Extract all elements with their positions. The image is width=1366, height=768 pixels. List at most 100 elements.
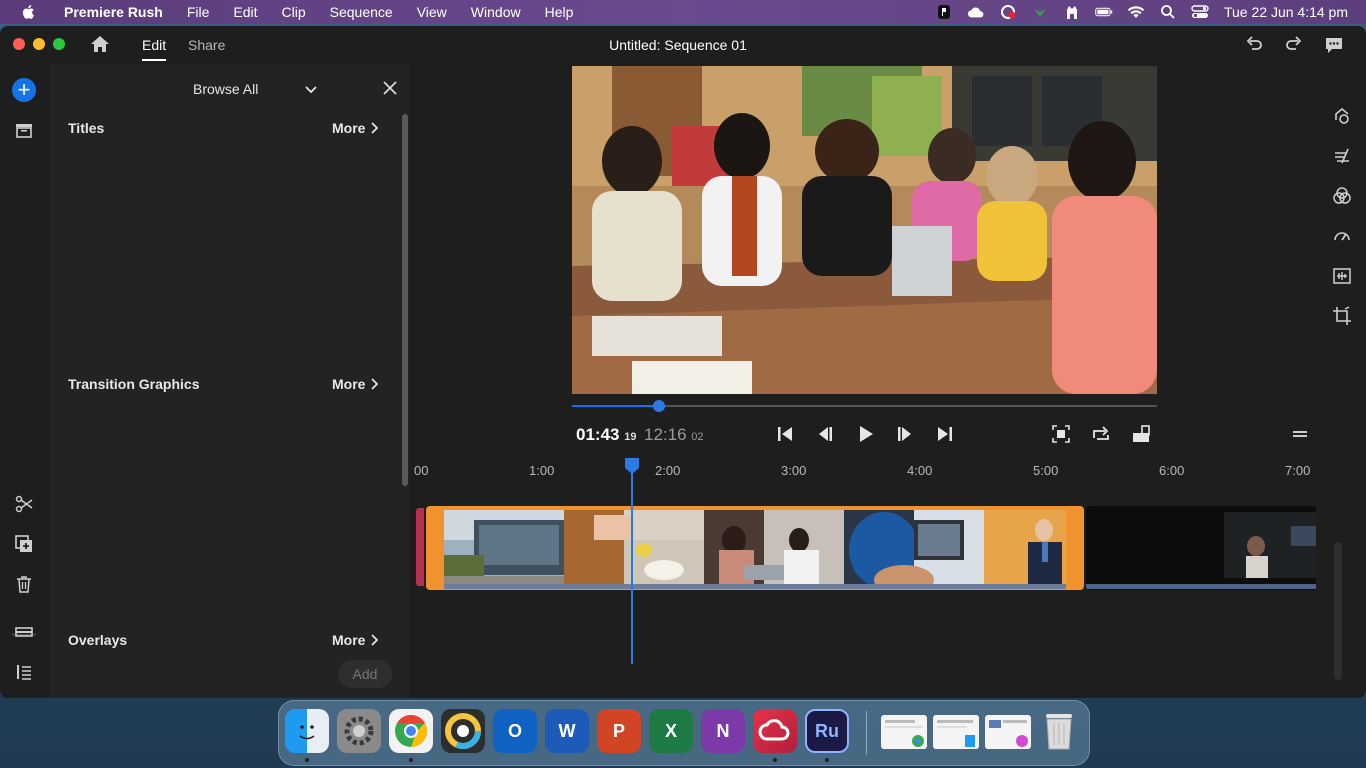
duration-frames: 02 — [691, 431, 704, 443]
dock-onenote[interactable]: N — [701, 709, 745, 753]
split-clip-icon[interactable] — [14, 494, 34, 514]
video-preview[interactable] — [572, 66, 1157, 394]
transform-icon[interactable] — [1332, 106, 1352, 126]
dock-finder[interactable] — [285, 709, 329, 753]
speed-icon[interactable] — [1332, 226, 1352, 246]
chevron-right-icon[interactable] — [370, 378, 380, 390]
right-panel-scrollbar[interactable] — [1334, 542, 1342, 680]
dock-divider — [866, 711, 867, 755]
chevron-right-icon[interactable] — [370, 122, 380, 134]
play-icon[interactable] — [855, 424, 875, 444]
feedback-icon[interactable] — [1324, 35, 1344, 55]
menu-help[interactable]: Help — [533, 4, 586, 20]
fullscreen-icon[interactable] — [1051, 424, 1071, 444]
ruler-label: 6:00 — [1159, 463, 1185, 478]
playhead-marker[interactable] — [625, 458, 639, 474]
ruler-label: 4:00 — [907, 463, 933, 478]
battery-icon[interactable] — [1095, 4, 1113, 20]
dock-system-preferences[interactable] — [337, 709, 381, 753]
dock-powerpoint[interactable]: P — [597, 709, 641, 753]
clip-thumbnail — [444, 510, 564, 586]
transition-graphics-more-link[interactable]: More — [332, 376, 365, 392]
panel-scrollbar[interactable] — [402, 114, 408, 486]
ruler-label: 2:00 — [655, 463, 681, 478]
creative-cloud-icon — [758, 719, 790, 741]
dock-word[interactable]: W — [545, 709, 589, 753]
dock-chrome-canary[interactable] — [441, 709, 485, 753]
project-list-icon[interactable] — [14, 662, 34, 682]
add-button[interactable]: Add — [338, 660, 392, 688]
gear-icon — [344, 716, 374, 746]
timeline-clip[interactable] — [1086, 506, 1316, 590]
menu-clip[interactable]: Clip — [270, 4, 318, 20]
redo-icon[interactable] — [1284, 35, 1304, 55]
dock-chrome[interactable] — [389, 709, 433, 753]
dock-minimized-window[interactable] — [881, 715, 927, 749]
clip-thumbnail — [984, 510, 1066, 586]
menu-file[interactable]: File — [175, 4, 222, 20]
menu-view[interactable]: View — [405, 4, 459, 20]
transitions-icon[interactable] — [1332, 146, 1352, 166]
step-back-icon[interactable] — [815, 424, 835, 444]
app-indicator-icon[interactable] — [935, 4, 953, 20]
dock-minimized-window[interactable] — [933, 715, 979, 749]
go-to-start-icon[interactable] — [775, 424, 795, 444]
delete-icon[interactable] — [14, 574, 34, 594]
step-forward-icon[interactable] — [895, 424, 915, 444]
dock-excel[interactable]: X — [649, 709, 693, 753]
menu-edit[interactable]: Edit — [221, 4, 269, 20]
track-controls-icon[interactable] — [14, 622, 34, 642]
close-icon[interactable] — [382, 80, 398, 96]
loop-icon[interactable] — [1091, 424, 1111, 444]
utility-icon[interactable] — [1063, 4, 1081, 20]
dock-minimized-window[interactable] — [985, 715, 1031, 749]
scrub-handle[interactable] — [653, 400, 665, 412]
aspect-ratio-icon[interactable] — [1131, 424, 1151, 444]
running-indicator — [305, 758, 309, 762]
ruler-label: 1:00 — [529, 463, 555, 478]
titles-more-link[interactable]: More — [332, 120, 365, 136]
section-overlays: Overlays — [68, 632, 128, 648]
dock-creative-cloud[interactable] — [753, 709, 797, 753]
browse-dropdown[interactable]: Browse All — [193, 81, 258, 97]
timeline-menu-icon[interactable] — [1290, 424, 1310, 444]
clip-thumbnails — [444, 510, 1066, 586]
wifi-icon[interactable] — [1127, 4, 1145, 20]
cloud-icon[interactable] — [967, 4, 985, 20]
chevron-right-icon[interactable] — [370, 634, 380, 646]
graphics-panel-icon[interactable] — [14, 120, 34, 140]
editor-main: 01:43 19 12:16 02 00 1:00 2:00 3:00 4:00… — [410, 64, 1316, 698]
left-toolbar: + — [0, 64, 50, 698]
overlays-more-link[interactable]: More — [332, 632, 365, 648]
clip-trim-handle[interactable] — [416, 508, 424, 586]
window-preview-icon — [937, 720, 975, 747]
ruler-label: 7:00 — [1285, 463, 1311, 478]
dock-premiere-rush[interactable]: Ru — [805, 709, 849, 753]
audio-icon[interactable] — [1332, 266, 1352, 286]
dock-trash[interactable] — [1037, 709, 1081, 753]
menu-window[interactable]: Window — [459, 4, 533, 20]
search-icon[interactable] — [1159, 4, 1177, 20]
undo-icon[interactable] — [1244, 35, 1264, 55]
scrub-progress — [572, 405, 659, 407]
chevron-down-icon[interactable] — [304, 82, 318, 96]
clip-thumbnail — [844, 510, 984, 586]
current-frames: 19 — [624, 431, 637, 443]
creative-cloud-icon[interactable] — [999, 4, 1017, 20]
menubar-clock[interactable]: Tue 22 Jun 4:14 pm — [1224, 4, 1348, 20]
control-center-icon[interactable] — [1191, 4, 1209, 20]
menu-app-name[interactable]: Premiere Rush — [50, 4, 175, 20]
add-media-button[interactable]: + — [12, 78, 36, 102]
extension-icon[interactable] — [1031, 4, 1049, 20]
dock-outlook[interactable]: O — [493, 709, 537, 753]
color-icon[interactable] — [1332, 186, 1352, 206]
go-to-end-icon[interactable] — [935, 424, 955, 444]
dock: O W P X N Ru — [278, 700, 1090, 766]
ruler-label: 3:00 — [781, 463, 807, 478]
apple-icon[interactable] — [20, 3, 38, 21]
duplicate-clip-icon[interactable] — [14, 534, 34, 554]
clip-thumbnail — [1086, 506, 1316, 590]
menu-sequence[interactable]: Sequence — [318, 4, 405, 20]
crop-icon[interactable] — [1332, 306, 1352, 326]
menu-bar: Premiere Rush File Edit Clip Sequence Vi… — [0, 0, 1366, 24]
